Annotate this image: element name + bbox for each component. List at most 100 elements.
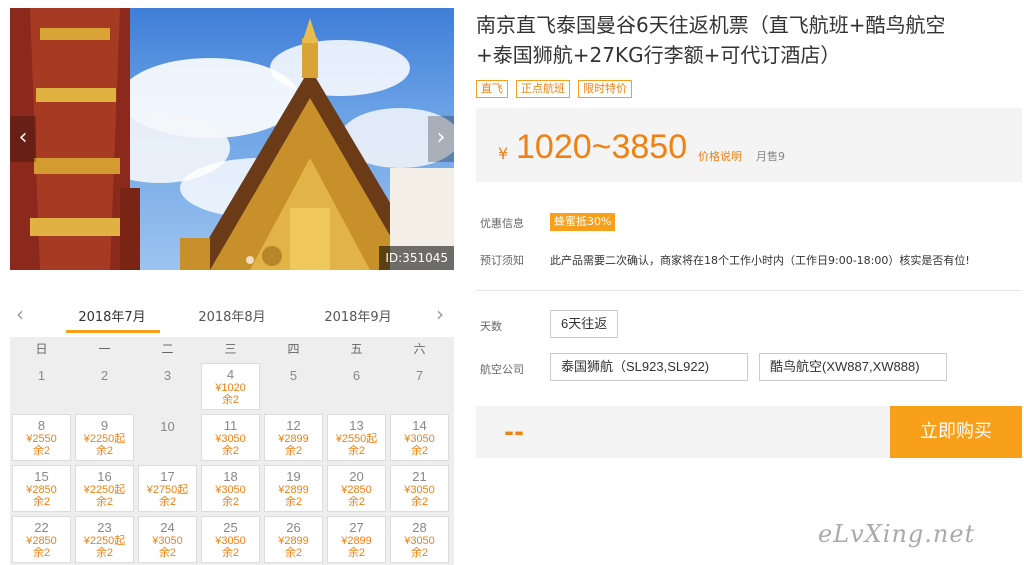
calendar-days-grid: 1 2 3 4 ¥1020 余2 5 6 7 8 ¥2550 余2 9 ¥2250起 余2 10 11 ¥3050… bbox=[10, 361, 454, 565]
carousel-dot[interactable] bbox=[246, 256, 254, 264]
day-number: 19 bbox=[286, 469, 301, 484]
buy-now-button[interactable]: 立即购买 bbox=[890, 406, 1022, 458]
product-title-line: 南京直飞泰国曼谷6天往返机票（直飞航班+酷鸟航空 bbox=[476, 13, 946, 37]
day-number: 24 bbox=[160, 520, 175, 535]
price-range: 1020~3850 bbox=[516, 128, 688, 166]
price-panel: ¥ 1020~3850 价格说明 月售9 bbox=[476, 108, 1022, 182]
day-remaining: 余2 bbox=[32, 445, 51, 457]
calendar-day-cell[interactable]: 11 ¥3050 余2 bbox=[201, 414, 260, 461]
calendar-day-cell[interactable]: 9 ¥2250起 余2 bbox=[75, 414, 134, 461]
day-number: 2 bbox=[100, 368, 109, 383]
divider bbox=[476, 290, 1022, 291]
day-number: 27 bbox=[349, 520, 364, 535]
calendar-day-cell[interactable]: 27 ¥2899 余2 bbox=[327, 516, 386, 563]
day-price: ¥2250起 bbox=[83, 433, 126, 445]
day-price: ¥2899 bbox=[341, 535, 372, 547]
airline-label: 航空公司 bbox=[480, 363, 524, 376]
day-number: 25 bbox=[223, 520, 238, 535]
calendar-day-cell[interactable]: 14 ¥3050 余2 bbox=[390, 414, 449, 461]
calendar-next-icon[interactable]: › bbox=[436, 302, 444, 326]
calendar-day-cell[interactable]: 15 ¥2850 余2 bbox=[12, 465, 71, 512]
day-price: ¥3050 bbox=[404, 433, 435, 445]
day-number: 3 bbox=[163, 368, 172, 383]
day-price: ¥2899 bbox=[278, 433, 309, 445]
weekday-label: 日 bbox=[35, 342, 48, 356]
calendar-day-cell[interactable]: 23 ¥2250起 余2 bbox=[75, 516, 134, 563]
day-price: ¥3050 bbox=[215, 535, 246, 547]
calendar-day-cell[interactable]: 25 ¥3050 余2 bbox=[201, 516, 260, 563]
calendar-day-cell: 5 bbox=[262, 361, 325, 412]
day-number: 26 bbox=[286, 520, 301, 535]
day-number: 17 bbox=[160, 469, 175, 484]
calendar-day-cell[interactable]: 21 ¥3050 余2 bbox=[390, 465, 449, 512]
tab-month-aug[interactable]: 2018年8月 bbox=[182, 306, 282, 325]
calendar-month-nav: ‹ 2018年7月 2018年8月 2018年9月 › bbox=[10, 296, 454, 334]
calendar-day-cell[interactable]: 16 ¥2250起 余2 bbox=[75, 465, 134, 512]
calendar-day-cell[interactable]: 19 ¥2899 余2 bbox=[264, 465, 323, 512]
day-price: ¥2850 bbox=[26, 484, 57, 496]
calendar-day-cell[interactable]: 13 ¥2550起 余2 bbox=[327, 414, 386, 461]
weekday-header: 日 一 二 三 四 五 六 bbox=[10, 337, 454, 361]
tab-month-sep[interactable]: 2018年9月 bbox=[308, 306, 408, 325]
calendar-day-cell[interactable]: 20 ¥2850 余2 bbox=[327, 465, 386, 512]
price-explain-link[interactable]: 价格说明 bbox=[698, 148, 742, 164]
weekday-label: 六 bbox=[413, 342, 426, 356]
calendar-day-cell: 7 bbox=[388, 361, 451, 412]
calendar-day-cell: 6 bbox=[325, 361, 388, 412]
day-remaining: 余2 bbox=[221, 496, 240, 508]
weekday-label: 二 bbox=[161, 342, 174, 356]
day-remaining: 余2 bbox=[347, 496, 366, 508]
weekday-label: 三 bbox=[224, 342, 237, 356]
carousel-prev-button[interactable]: ‹ bbox=[10, 116, 36, 162]
day-remaining: 余2 bbox=[32, 547, 51, 559]
day-remaining: 余2 bbox=[410, 496, 429, 508]
day-number: 18 bbox=[223, 469, 238, 484]
tab-month-jul[interactable]: 2018年7月 bbox=[62, 306, 162, 325]
day-remaining: 余2 bbox=[158, 496, 177, 508]
day-price: ¥3050 bbox=[404, 535, 435, 547]
day-number: 16 bbox=[97, 469, 112, 484]
calendar-day-cell[interactable]: 28 ¥3050 余2 bbox=[390, 516, 449, 563]
day-remaining: 余2 bbox=[221, 394, 240, 406]
price-calendar: 日 一 二 三 四 五 六 1 2 3 4 ¥1020 余2 5 6 7 8 ¥2550 余2 9 ¥22… bbox=[10, 337, 454, 565]
day-remaining: 余2 bbox=[95, 496, 114, 508]
calendar-prev-icon[interactable]: ‹ bbox=[16, 302, 24, 326]
day-price: ¥3050 bbox=[152, 535, 183, 547]
total-price: -- bbox=[504, 418, 524, 446]
day-number: 20 bbox=[349, 469, 364, 484]
day-number: 23 bbox=[97, 520, 112, 535]
calendar-day-cell: 2 bbox=[73, 361, 136, 412]
calendar-day-cell[interactable]: 18 ¥3050 余2 bbox=[201, 465, 260, 512]
day-number: 14 bbox=[412, 418, 427, 433]
calendar-day-cell[interactable]: 4 ¥1020 余2 bbox=[201, 363, 260, 410]
day-remaining: 余2 bbox=[95, 445, 114, 457]
calendar-day-cell[interactable]: 12 ¥2899 余2 bbox=[264, 414, 323, 461]
temple-photo bbox=[10, 8, 454, 270]
day-price: ¥2850 bbox=[26, 535, 57, 547]
product-image-carousel[interactable]: ‹ › ID:351045 bbox=[10, 8, 454, 270]
promo-label: 优惠信息 bbox=[480, 217, 524, 230]
calendar-day-cell[interactable]: 24 ¥3050 余2 bbox=[138, 516, 197, 563]
weekday-label: 五 bbox=[350, 342, 363, 356]
tag-badge: 限时特价 bbox=[578, 80, 632, 98]
calendar-day-cell[interactable]: 22 ¥2850 余2 bbox=[12, 516, 71, 563]
calendar-day-cell[interactable]: 26 ¥2899 余2 bbox=[264, 516, 323, 563]
day-number: 12 bbox=[286, 418, 301, 433]
calendar-day-cell: 3 bbox=[136, 361, 199, 412]
day-number: 9 bbox=[100, 418, 109, 433]
airline-option-sl[interactable]: 泰国狮航（SL923,SL922) bbox=[550, 353, 748, 381]
day-price: ¥3050 bbox=[215, 433, 246, 445]
day-number: 10 bbox=[160, 419, 175, 434]
calendar-day-cell[interactable]: 8 ¥2550 余2 bbox=[12, 414, 71, 461]
days-option-button[interactable]: 6天往返 bbox=[550, 310, 619, 338]
day-price: ¥2899 bbox=[278, 484, 309, 496]
day-number: 4 bbox=[226, 367, 235, 382]
active-month-indicator bbox=[66, 330, 160, 333]
day-number: 21 bbox=[412, 469, 427, 484]
day-remaining: 余2 bbox=[284, 547, 303, 559]
carousel-next-button[interactable]: › bbox=[428, 116, 454, 162]
monthly-sales: 月售9 bbox=[756, 150, 785, 163]
calendar-day-cell[interactable]: 17 ¥2750起 余2 bbox=[138, 465, 197, 512]
days-label: 天数 bbox=[480, 320, 502, 333]
airline-option-xw[interactable]: 酷鸟航空(XW887,XW888) bbox=[759, 353, 947, 381]
